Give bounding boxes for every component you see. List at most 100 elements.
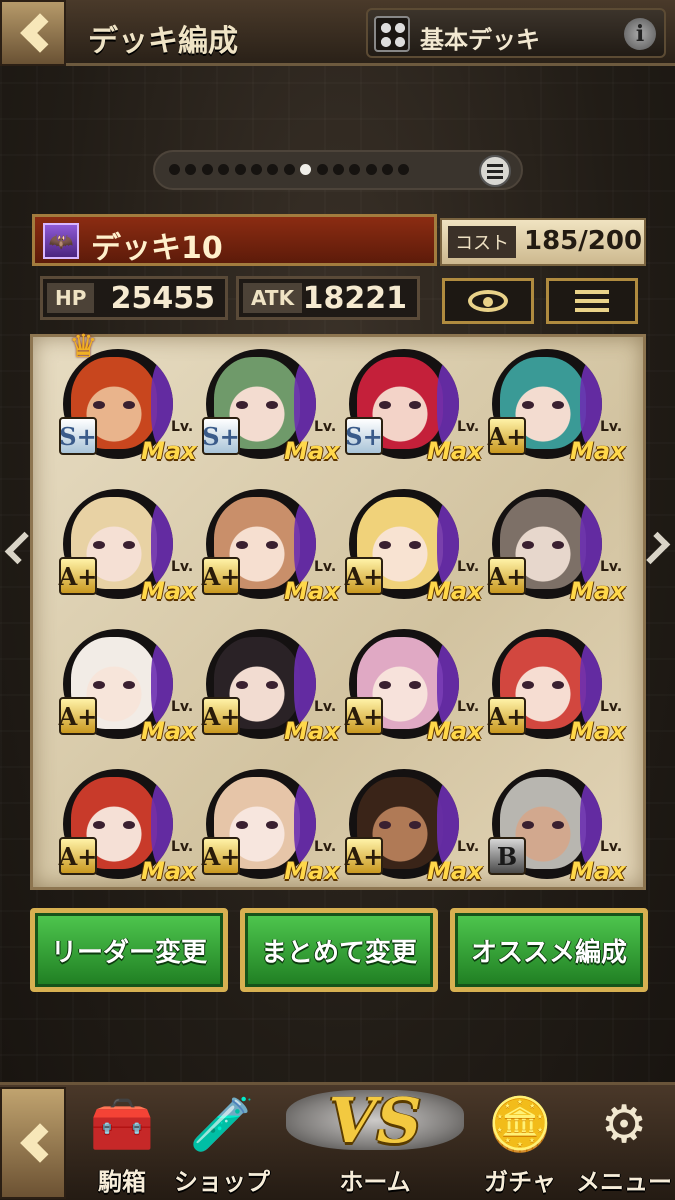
preview-button[interactable] [442, 278, 534, 324]
level-value: Max [141, 437, 197, 465]
pager-dot[interactable] [332, 164, 344, 175]
pager-dot[interactable] [398, 164, 410, 175]
rank-badge: A+ [59, 837, 97, 875]
pager-dot[interactable] [349, 164, 361, 175]
treasure-chest-icon: 🧰 [89, 1095, 155, 1155]
level-value: Max [284, 577, 340, 605]
back-button[interactable] [0, 0, 66, 66]
rank-badge: S+ [345, 417, 383, 455]
character-card[interactable]: A+ Lv. Max [180, 753, 340, 891]
rank-badge: A+ [59, 557, 97, 595]
level-value: Max [427, 717, 483, 745]
character-card[interactable]: S+ Lv. Max [323, 333, 483, 471]
character-card[interactable]: A+ Lv. Max [37, 753, 197, 891]
level-label: Lv. [600, 839, 623, 855]
pager-dot[interactable] [365, 164, 377, 175]
rank-badge: A+ [345, 557, 383, 595]
eye-icon [468, 290, 508, 312]
pager-dots [169, 164, 410, 175]
deck-preset-label: 基本デッキ [420, 26, 540, 54]
pager-dot[interactable] [316, 164, 328, 175]
nav-box[interactable]: 🧰 駒箱 [74, 1091, 170, 1199]
nav-gacha-label: ガチャ [484, 1168, 556, 1196]
chevron-left-icon [20, 1123, 60, 1163]
pager-dot[interactable] [201, 164, 213, 175]
cost-box: コスト 185/200 [440, 218, 646, 266]
rank-badge: A+ [488, 697, 526, 735]
list-icon[interactable] [479, 155, 511, 187]
page-title: デッキ編成 [88, 24, 238, 59]
level-value: Max [427, 437, 483, 465]
level-value: Max [284, 437, 340, 465]
character-card[interactable]: A+ Lv. Max [180, 613, 340, 751]
nav-menu-label: メニュー [576, 1168, 672, 1196]
rank-badge: A+ [488, 417, 526, 455]
character-card[interactable]: A+ Lv. Max [466, 613, 626, 751]
menu-button[interactable] [546, 278, 638, 324]
character-card[interactable]: ♛ S+ Lv. Max [37, 327, 197, 471]
nav-home-label: ホーム [339, 1168, 411, 1196]
pager-dot[interactable] [382, 164, 394, 175]
cost-value: 185/200 [524, 226, 643, 256]
card-grid: ♛ S+ Lv. Max S+ Lv. Max S+ Lv. Max A+ Lv. Max A+ Lv. Ma… [30, 327, 646, 891]
prev-deck-arrow[interactable] [0, 518, 38, 578]
nav-back-button[interactable] [0, 1087, 66, 1199]
character-card[interactable]: A+ Lv. Max [180, 473, 340, 611]
level-label: Lv. [600, 559, 623, 575]
header: デッキ編成 基本デッキ i [0, 0, 675, 66]
pager-dot[interactable] [283, 164, 295, 175]
rank-badge: A+ [202, 557, 240, 595]
atk-stat: ATK 18221 [236, 276, 420, 320]
rank-badge: A+ [202, 697, 240, 735]
hp-value: 25455 [110, 281, 215, 316]
level-value: Max [284, 717, 340, 745]
pager-dot[interactable] [250, 164, 262, 175]
character-card[interactable]: B Lv. Max [466, 753, 626, 891]
rank-badge: A+ [202, 837, 240, 875]
character-card[interactable]: A+ Lv. Max [323, 473, 483, 611]
pager-dot[interactable] [218, 164, 230, 175]
level-value: Max [427, 577, 483, 605]
character-card[interactable]: S+ Lv. Max [180, 333, 340, 471]
hp-stat: HP 25455 [40, 276, 228, 320]
character-card[interactable]: A+ Lv. Max [37, 613, 197, 751]
rank-badge: B [488, 837, 526, 875]
level-value: Max [284, 857, 340, 885]
nav-box-label: 駒箱 [98, 1168, 146, 1196]
gears-icon: ⚙ [600, 1095, 648, 1155]
level-value: Max [427, 857, 483, 885]
pager-dot[interactable] [234, 164, 246, 175]
deck-name: デッキ10 [91, 231, 223, 266]
character-card[interactable]: A+ Lv. Max [466, 333, 626, 471]
pager-dot[interactable] [267, 164, 279, 175]
chevron-left-icon [20, 13, 60, 53]
recommend-button[interactable]: オススメ編成 [450, 908, 648, 992]
coins-icon: 🪙 [487, 1095, 553, 1155]
cost-label: コスト [448, 226, 516, 258]
pager-dot[interactable] [185, 164, 197, 175]
character-card[interactable]: A+ Lv. Max [323, 613, 483, 751]
bulk-change-button[interactable]: まとめて変更 [240, 908, 438, 992]
level-value: Max [570, 437, 626, 465]
level-value: Max [570, 717, 626, 745]
character-card[interactable]: A+ Lv. Max [37, 473, 197, 611]
leader-change-button[interactable]: リーダー変更 [30, 908, 228, 992]
info-icon[interactable]: i [624, 18, 656, 50]
nav-shop[interactable]: 🧪 ショップ [172, 1091, 272, 1199]
vs-emblem[interactable]: VS [290, 1078, 460, 1162]
character-card[interactable]: A+ Lv. Max [466, 473, 626, 611]
deck-name-bar[interactable]: 🦇 デッキ10 [32, 214, 437, 266]
hp-label: HP [47, 283, 95, 313]
next-deck-arrow[interactable] [637, 518, 675, 578]
pager-dot[interactable] [300, 164, 312, 175]
level-value: Max [570, 577, 626, 605]
level-value: Max [141, 577, 197, 605]
character-card[interactable]: A+ Lv. Max [323, 753, 483, 891]
nav-gacha[interactable]: 🪙 ガチャ [470, 1091, 570, 1199]
atk-label: ATK [243, 283, 303, 313]
deck-preset-selector[interactable]: 基本デッキ i [366, 8, 666, 58]
nav-menu[interactable]: ⚙ メニュー [574, 1091, 674, 1199]
pager-dot[interactable] [169, 164, 180, 175]
grid-icon [374, 16, 410, 52]
level-label: Lv. [600, 699, 623, 715]
